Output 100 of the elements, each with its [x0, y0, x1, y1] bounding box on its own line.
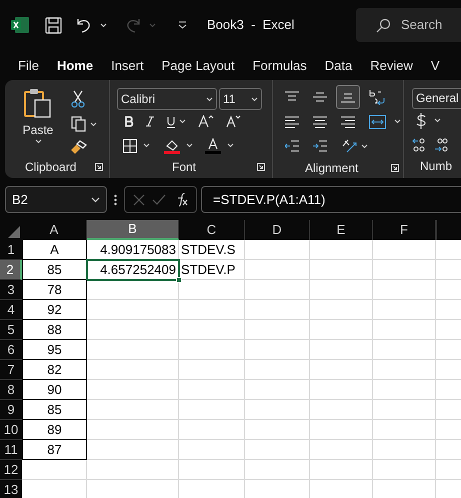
ribbon-tab[interactable]: File [18, 50, 39, 78]
table-cell[interactable] [373, 360, 436, 380]
increase-decimal-icon[interactable] [434, 138, 448, 152]
borders-icon[interactable] [123, 138, 137, 153]
ribbon-tab[interactable]: Insert [111, 50, 144, 78]
column-header[interactable]: C [179, 220, 245, 240]
row-header[interactable]: 8 [0, 380, 22, 400]
table-cell[interactable] [87, 280, 179, 300]
undo-icon[interactable] [76, 17, 92, 33]
table-cell[interactable] [179, 420, 245, 440]
table-cell[interactable] [373, 340, 436, 360]
chevron-down-icon[interactable] [90, 122, 97, 126]
column-header[interactable]: E [310, 220, 373, 240]
table-cell[interactable] [310, 260, 373, 280]
row-header[interactable]: 13 [0, 480, 22, 498]
underline-icon[interactable] [166, 116, 176, 128]
row-header[interactable]: 7 [0, 360, 22, 380]
table-cell[interactable] [87, 360, 179, 380]
table-cell[interactable] [245, 380, 310, 400]
chevron-down-icon[interactable] [227, 143, 234, 148]
table-cell[interactable] [310, 460, 373, 480]
table-cell[interactable]: 78 [22, 280, 87, 300]
ribbon-tab[interactable]: V [430, 50, 440, 78]
table-cell[interactable]: 4.909175083 [87, 240, 179, 260]
wrap-text-icon[interactable] [369, 88, 385, 105]
table-cell[interactable] [310, 300, 373, 320]
table-cell[interactable]: 85 [22, 400, 87, 420]
number-format-dropdown[interactable]: General [412, 88, 461, 109]
table-cell[interactable] [179, 460, 245, 480]
table-cell[interactable] [373, 380, 436, 400]
table-cell[interactable] [245, 240, 310, 260]
row-header[interactable]: 5 [0, 320, 22, 340]
table-cell[interactable]: STDEV.P [179, 260, 245, 280]
row-header[interactable]: 3 [0, 280, 22, 300]
table-cell[interactable] [310, 440, 373, 460]
chevron-down-icon[interactable] [186, 143, 193, 148]
table-cell[interactable]: 87 [22, 440, 87, 460]
name-box[interactable]: B2 [5, 186, 107, 213]
chevron-down-icon[interactable] [143, 143, 150, 148]
table-cell[interactable] [373, 240, 436, 260]
table-cell[interactable]: 95 [22, 340, 87, 360]
fill-handle[interactable] [176, 277, 182, 283]
table-cell[interactable] [87, 400, 179, 420]
align-left-icon[interactable] [285, 116, 299, 128]
table-cell[interactable]: 82 [22, 360, 87, 380]
table-cell[interactable] [87, 320, 179, 340]
decrease-font-size-icon[interactable] [226, 115, 241, 128]
table-cell[interactable] [245, 260, 310, 280]
bold-icon[interactable] [125, 116, 134, 128]
table-cell[interactable] [179, 360, 245, 380]
decrease-indent-icon[interactable] [285, 140, 299, 152]
table-cell[interactable] [310, 320, 373, 340]
align-center-icon[interactable] [313, 116, 327, 128]
text-orientation-icon[interactable] [341, 138, 357, 154]
table-cell[interactable] [245, 360, 310, 380]
table-cell[interactable]: 92 [22, 300, 87, 320]
table-cell[interactable] [373, 440, 436, 460]
table-cell[interactable] [22, 460, 87, 480]
row-header[interactable]: 2 [0, 260, 22, 280]
row-header[interactable]: 10 [0, 420, 22, 440]
search-field[interactable]: Search [356, 8, 461, 42]
increase-font-size-icon[interactable] [198, 115, 214, 128]
ribbon-tab[interactable]: Review [370, 50, 413, 78]
ribbon-tab[interactable]: Data [324, 50, 352, 78]
dialog-launcher-icon[interactable] [391, 164, 399, 172]
table-cell[interactable] [310, 360, 373, 380]
table-cell[interactable] [310, 340, 373, 360]
table-cell[interactable]: 88 [22, 320, 87, 340]
table-cell[interactable] [245, 340, 310, 360]
table-cell[interactable] [87, 420, 179, 440]
italic-icon[interactable] [146, 116, 154, 128]
table-cell[interactable] [310, 280, 373, 300]
table-cell[interactable] [245, 420, 310, 440]
table-cell[interactable] [179, 380, 245, 400]
paste-button[interactable]: Paste [5, 88, 71, 156]
table-cell[interactable] [310, 420, 373, 440]
row-header[interactable]: 4 [0, 300, 22, 320]
table-cell[interactable] [373, 300, 436, 320]
paintbrush-icon[interactable] [71, 140, 87, 154]
chevron-down-icon[interactable] [179, 119, 186, 124]
decrease-decimal-icon[interactable] [412, 138, 426, 152]
align-right-icon[interactable] [341, 116, 355, 128]
table-cell[interactable] [87, 380, 179, 400]
table-cell[interactable] [245, 300, 310, 320]
dialog-launcher-icon[interactable] [257, 162, 265, 171]
table-cell[interactable] [87, 460, 179, 480]
select-all-icon[interactable] [8, 226, 20, 238]
table-cell[interactable] [179, 340, 245, 360]
row-header[interactable]: 11 [0, 440, 22, 460]
table-cell[interactable] [245, 460, 310, 480]
table-cell[interactable] [245, 440, 310, 460]
ribbon-tab[interactable]: Formulas [252, 50, 307, 78]
table-cell[interactable] [179, 280, 245, 300]
table-cell[interactable] [245, 320, 310, 340]
table-cell[interactable] [373, 400, 436, 420]
table-cell[interactable] [373, 320, 436, 340]
merge-cells-icon[interactable] [369, 114, 386, 129]
save-icon[interactable] [45, 16, 62, 34]
column-header[interactable]: D [245, 220, 310, 240]
table-cell[interactable] [179, 320, 245, 340]
